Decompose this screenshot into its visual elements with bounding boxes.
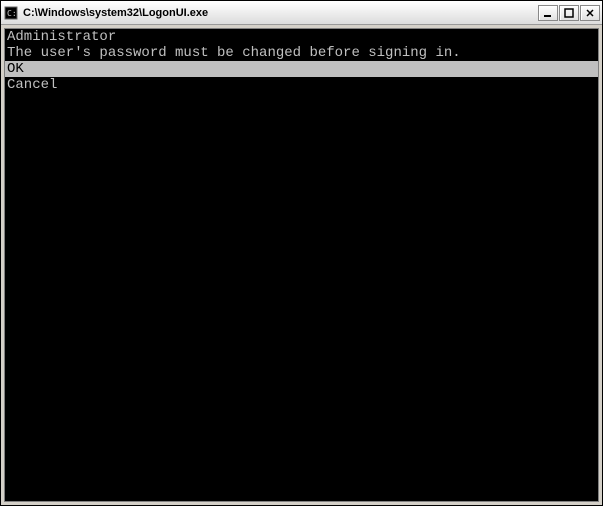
app-window: C: C:\Windows\system32\LogonUI.exe Admin… <box>0 0 603 506</box>
option-ok[interactable]: OK <box>5 61 598 77</box>
close-button[interactable] <box>580 5 600 21</box>
option-cancel[interactable]: Cancel <box>5 77 598 93</box>
maximize-button[interactable] <box>559 5 579 21</box>
svg-text:C:: C: <box>7 9 17 18</box>
console-area: Administrator The user's password must b… <box>4 28 599 502</box>
window-controls <box>537 5 600 21</box>
app-icon: C: <box>3 5 19 21</box>
minimize-button[interactable] <box>538 5 558 21</box>
titlebar: C: C:\Windows\system32\LogonUI.exe <box>1 1 602 25</box>
console-user-line: Administrator <box>5 29 598 45</box>
console-message-line: The user's password must be changed befo… <box>5 45 598 61</box>
window-title: C:\Windows\system32\LogonUI.exe <box>23 7 537 19</box>
